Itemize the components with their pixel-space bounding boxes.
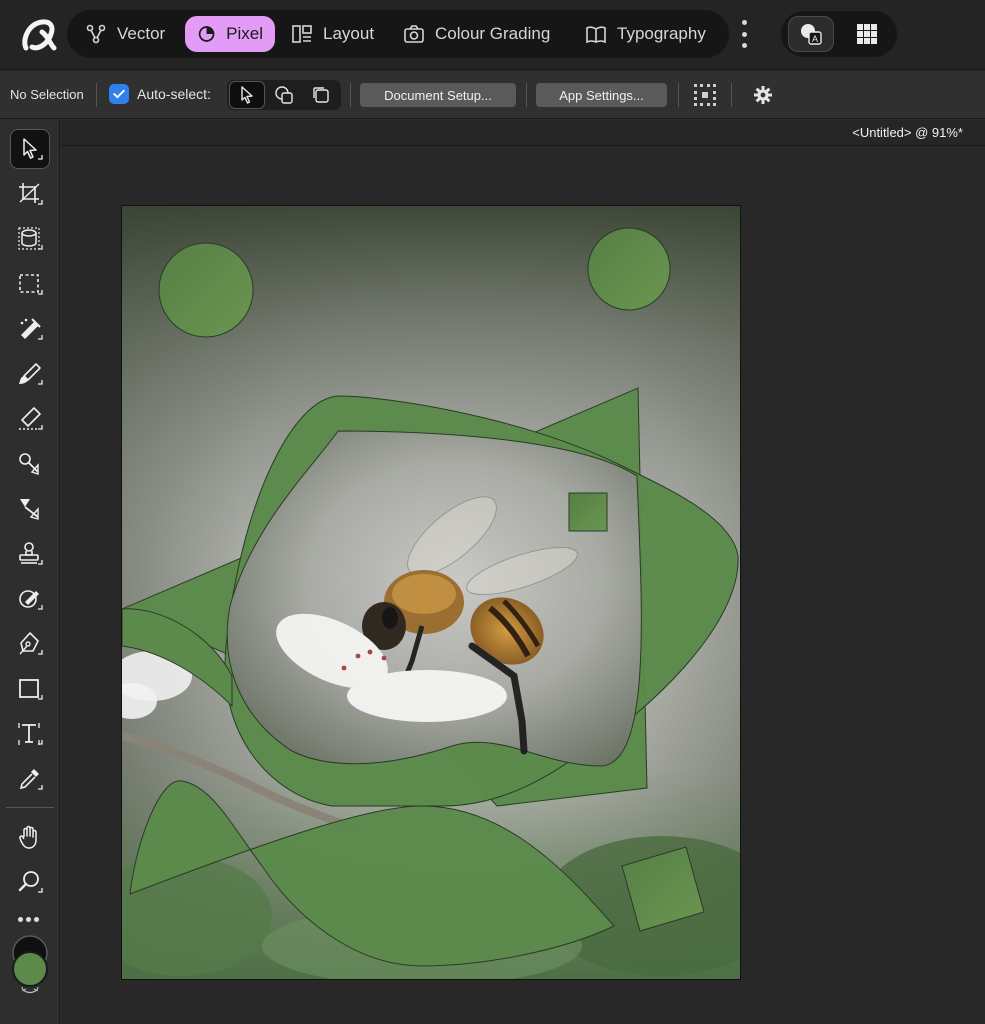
circle-shape [158,242,254,338]
persona-label: Colour Grading [435,24,551,43]
document-tab-bar: <Untitled> @ 91%* [61,120,985,146]
select-object-icon[interactable] [229,81,265,109]
selection-status: No Selection [10,87,84,102]
persona-vector[interactable]: Vector [73,16,177,52]
persona-pixel[interactable]: Pixel [185,16,275,52]
persona-typography[interactable]: Typography [573,16,718,52]
erase-brush-icon[interactable] [10,399,50,439]
tools-panel [0,120,60,1024]
colour-wells[interactable] [10,934,52,998]
checkmark-icon [113,89,125,99]
layout-persona-icon [292,25,312,43]
intersect-select-icon[interactable] [266,81,302,109]
flood-select-icon[interactable] [10,309,50,349]
selection-brush-icon[interactable] [10,219,50,259]
artistic-text-icon[interactable] [10,714,50,754]
document-title[interactable]: <Untitled> @ 91%* [852,125,963,140]
camera-icon [404,25,424,43]
square-shape [568,492,608,532]
divider [526,83,527,107]
document-canvas[interactable] [121,205,741,980]
book-icon [586,26,606,44]
divider [6,807,54,808]
persona-label: Typography [617,24,706,43]
persona-layout[interactable]: Layout [279,16,386,52]
auto-select-checkbox[interactable] [109,84,129,104]
more-menu-icon[interactable] [737,20,751,48]
persona-switcher: Vector Pixel Layout Colour Grading Typog… [67,10,729,58]
move-tool-icon[interactable] [10,129,50,169]
fill-colour-well [12,951,48,987]
top-bar: Vector Pixel Layout Colour Grading Typog… [0,0,985,70]
pen-tool-icon[interactable] [10,624,50,664]
clone-stamp-icon[interactable] [10,534,50,574]
app-logo-icon[interactable] [20,14,58,54]
hand-tool-icon[interactable] [10,817,50,857]
crop-tool-icon[interactable] [10,174,50,214]
rectangle-tool-icon[interactable] [10,669,50,709]
gear-icon[interactable] [752,84,774,106]
selection-mode-group [227,80,341,110]
snapping-icon[interactable] [693,83,717,107]
zoom-tool-icon[interactable] [10,862,50,902]
persona-label: Layout [323,24,375,43]
persona-label: Pixel [226,24,263,43]
paint-brush-icon[interactable] [10,354,50,394]
artwork [122,206,740,979]
marquee-tool-icon[interactable] [10,264,50,304]
persona-colour-grading[interactable]: Colour Grading [391,16,562,52]
svg-text:A: A [812,34,818,44]
burn-brush-icon[interactable] [10,489,50,529]
pixel-persona-icon [198,26,215,42]
inpainting-brush-icon[interactable] [10,579,50,619]
dodge-brush-icon[interactable] [10,444,50,484]
divider [678,83,679,107]
persona-label: Vector [117,24,166,43]
colour-picker-icon[interactable] [10,759,50,799]
layer-select-icon[interactable] [303,81,339,109]
context-toolbar-toggle-icon[interactable]: A [788,16,834,52]
divider [731,83,732,107]
more-tools-icon[interactable] [18,917,39,922]
grid-icon[interactable] [844,16,890,52]
divider [96,83,97,107]
circle-shape [587,227,671,311]
app-settings-button[interactable]: App Settings... [536,83,667,107]
studio-toggle-group: A [781,11,897,57]
auto-select-label: Auto-select: [137,86,211,102]
document-setup-button[interactable]: Document Setup... [360,83,516,107]
vector-persona-icon [86,24,106,44]
divider [350,83,351,107]
